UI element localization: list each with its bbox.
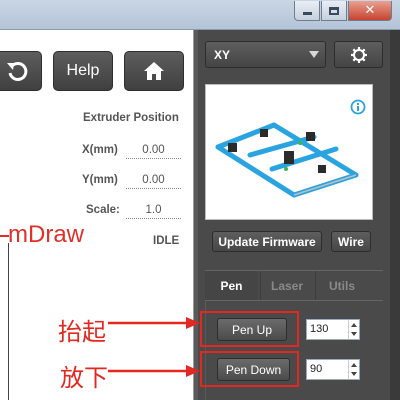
close-button[interactable]: ✕ [348, 1, 392, 21]
settings-button[interactable] [334, 41, 383, 68]
close-icon: ✕ [364, 3, 376, 18]
tab-laser[interactable]: Laser [260, 271, 313, 300]
canvas-border-line [8, 243, 9, 400]
xy-plotter-image [215, 122, 359, 198]
machine-type-value: XY [214, 47, 231, 62]
x-label: X(mm) [82, 144, 118, 156]
maximize-button[interactable] [321, 1, 347, 21]
pen-down-value: 90 [310, 363, 323, 375]
maximize-icon [329, 6, 339, 15]
machine-type-select[interactable]: XY [205, 41, 326, 68]
tab-pen[interactable]: Pen [205, 271, 258, 300]
pen-down-stepper[interactable] [348, 360, 359, 379]
scale-value: 1.0 [126, 204, 181, 219]
home-icon [144, 62, 164, 80]
machine-preview [205, 84, 373, 220]
window-controls: ✕ [294, 1, 392, 21]
gear-icon [350, 46, 367, 63]
y-label: Y(mm) [82, 174, 118, 186]
wire-button[interactable]: Wire [331, 231, 371, 252]
canvas-text: mDraw [8, 221, 84, 248]
tool-tabs: Pen Laser Utils [205, 270, 383, 300]
chevron-down-icon [309, 51, 319, 58]
window-titlebar: ✕ [0, 0, 400, 30]
update-firmware-button[interactable]: Update Firmware [212, 231, 322, 252]
arrow-icon [108, 365, 200, 377]
pen-up-button[interactable]: Pen Up [217, 318, 287, 341]
scale-label: Scale: [86, 204, 120, 216]
minimize-icon [302, 12, 312, 15]
pen-up-value-input[interactable]: 130 [306, 319, 360, 340]
pen-down-value-input[interactable]: 90 [306, 359, 360, 380]
pen-down-annotation: 放下 [60, 364, 108, 392]
pen-up-stepper[interactable] [348, 320, 359, 339]
extruder-position-title: Extruder Position [83, 112, 179, 124]
decrement-icon [351, 332, 357, 337]
undo-icon [7, 61, 28, 81]
undo-button[interactable] [0, 51, 42, 91]
home-button[interactable] [124, 51, 184, 91]
pen-up-value: 130 [310, 323, 329, 335]
minimize-button[interactable] [294, 1, 320, 21]
window-edge [390, 30, 400, 400]
increment-icon [351, 362, 357, 367]
info-icon[interactable] [350, 99, 366, 115]
pen-up-annotation: 抬起 [58, 318, 106, 346]
control-panel: XY Update Firmware Wire Pen Laser Utils [198, 30, 400, 400]
help-button[interactable]: Help [53, 51, 113, 91]
arrow-icon [108, 317, 200, 329]
tab-utils[interactable]: Utils [315, 271, 368, 300]
status-label: IDLE [153, 235, 180, 247]
decrement-icon [351, 372, 357, 377]
increment-icon [351, 322, 357, 327]
x-value: 0.00 [126, 144, 181, 159]
pen-tab-content [205, 300, 383, 400]
y-value: 0.00 [126, 174, 181, 189]
pen-down-button[interactable]: Pen Down [217, 358, 290, 381]
